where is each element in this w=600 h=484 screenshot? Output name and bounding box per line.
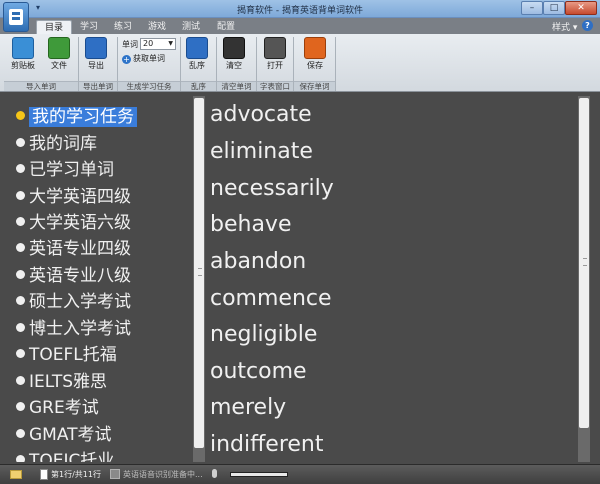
export-button[interactable]: 导出	[81, 37, 111, 77]
group-label-clear: 清空单词	[217, 81, 256, 91]
bullet-icon	[16, 455, 25, 462]
bullet-icon	[16, 138, 25, 147]
tab-study[interactable]: 学习	[76, 20, 102, 34]
folder-icon[interactable]	[10, 470, 22, 479]
clipboard-button[interactable]: 剪贴板	[6, 37, 40, 77]
category-item-gre[interactable]: GRE考试	[16, 395, 99, 421]
tab-test[interactable]: 测试	[178, 20, 204, 34]
category-item-toefl[interactable]: TOEFL托福	[16, 342, 117, 368]
group-label-import: 导入单词	[4, 81, 78, 91]
bullet-icon	[16, 376, 25, 385]
word-item[interactable]: commence	[210, 284, 332, 314]
clipboard-icon	[12, 37, 34, 59]
hand-icon	[223, 37, 245, 59]
chevron-down-icon: ▼	[168, 40, 173, 47]
bullet-icon	[16, 217, 25, 226]
line-position-text: 第1行/共11行	[51, 470, 101, 479]
word-item[interactable]: advocate	[210, 100, 312, 130]
progress-bar	[230, 472, 288, 477]
bullet-icon	[16, 243, 25, 252]
category-item-ielts[interactable]: IELTS雅思	[16, 369, 107, 395]
file-button[interactable]: 文件	[44, 37, 74, 77]
maximize-button[interactable]: □	[543, 1, 565, 15]
speech-status-icon	[110, 469, 120, 479]
bullet-icon	[16, 191, 25, 200]
bullet-icon	[16, 111, 25, 120]
word-count-select[interactable]: 20 ▼	[140, 38, 176, 50]
group-label-shuffle: 乱序	[181, 81, 216, 91]
category-item-cet4[interactable]: 大学英语四级	[16, 184, 131, 210]
scrollbar-thumb[interactable]	[194, 98, 204, 448]
word-item[interactable]: necessarily	[210, 174, 334, 204]
app-logo-icon[interactable]	[3, 2, 29, 32]
bullet-icon	[16, 349, 25, 358]
category-list: 我的学习任务 我的词库 已学习单词 大学英语四级 大学英语六级 英语专业四级 英…	[6, 96, 192, 462]
word-item[interactable]: indifferent	[210, 430, 324, 460]
category-item-toeic[interactable]: TOEIC托业	[16, 448, 114, 462]
document-icon	[40, 469, 48, 480]
bullet-icon	[16, 402, 25, 411]
microphone-icon[interactable]	[212, 469, 217, 478]
tab-settings[interactable]: 配置	[213, 20, 239, 34]
progress-fill	[231, 473, 287, 476]
ribbon-divider	[335, 37, 336, 91]
bullet-icon	[16, 323, 25, 332]
window-title: 揭育软件 - 揭育英语背单词软件	[237, 6, 363, 16]
close-button[interactable]: ✕	[565, 1, 597, 15]
bullet-icon	[16, 429, 25, 438]
group-label-export: 导出单词	[79, 81, 117, 91]
category-item-my-tasks[interactable]: 我的学习任务	[16, 104, 137, 130]
category-item-learned[interactable]: 已学习单词	[16, 157, 114, 183]
minimize-button[interactable]: –	[521, 1, 543, 15]
category-item-gmat[interactable]: GMAT考试	[16, 422, 112, 448]
scrollbar-thumb[interactable]	[579, 98, 589, 428]
bullet-icon	[16, 296, 25, 305]
status-bar: 第1行/共11行 英语语音识别准备中...	[0, 464, 600, 484]
word-item[interactable]: negligible	[210, 320, 317, 350]
tab-practice[interactable]: 练习	[110, 20, 136, 34]
shuffle-button[interactable]: 乱序	[183, 37, 211, 77]
group-label-dictionary: 字表窗口	[257, 81, 293, 91]
category-item-phd[interactable]: 博士入学考试	[16, 316, 131, 342]
word-list: advocate eliminate necessarily behave ab…	[207, 96, 577, 462]
word-item[interactable]: eliminate	[210, 137, 313, 167]
open-button[interactable]: 打开	[261, 37, 289, 77]
tab-game[interactable]: 游戏	[144, 20, 170, 34]
ribbon: 剪贴板 文件 导出 乱序 清空 打开 保存 导入单词 导出单词 生成学习任务 乱…	[0, 34, 600, 92]
speech-status-text: 英语语音识别准备中...	[123, 470, 203, 479]
word-list-scrollbar[interactable]	[578, 96, 590, 462]
clear-button[interactable]: 清空	[220, 37, 248, 77]
category-item-tem8[interactable]: 英语专业八级	[16, 263, 131, 289]
tab-catalog[interactable]: 目录	[36, 20, 72, 34]
group-label-save: 保存单词	[294, 81, 335, 91]
shuffle-icon	[186, 37, 208, 59]
ribbon-tab-row: 目录 学习 练习 游戏 测试 配置	[0, 18, 600, 34]
word-item[interactable]: merely	[210, 393, 286, 423]
category-item-tem4[interactable]: 英语专业四级	[16, 236, 131, 262]
category-item-my-wordbank[interactable]: 我的词库	[16, 131, 97, 157]
grip-icon	[198, 268, 202, 276]
help-icon[interactable]: ?	[582, 20, 593, 31]
word-count-label: 单词	[122, 40, 138, 49]
group-label-generate: 生成学习任务	[118, 81, 180, 91]
plus-icon: +	[122, 55, 131, 64]
title-bar: ▾ 揭育软件 - 揭育英语背单词软件 – □ ✕	[0, 0, 600, 18]
grip-icon	[583, 258, 587, 266]
export-icon	[85, 37, 107, 59]
category-scrollbar[interactable]	[193, 96, 205, 462]
category-item-master[interactable]: 硕士入学考试	[16, 289, 131, 315]
word-item[interactable]: outcome	[210, 357, 307, 387]
generate-words-button[interactable]: + 获取单词	[122, 53, 165, 64]
word-item[interactable]: behave	[210, 210, 291, 240]
bullet-icon	[16, 164, 25, 173]
category-item-cet6[interactable]: 大学英语六级	[16, 210, 131, 236]
file-icon	[48, 37, 70, 59]
open-icon	[264, 37, 286, 59]
bullet-icon	[16, 270, 25, 279]
save-button[interactable]: 保存	[301, 37, 329, 77]
word-item[interactable]: abandon	[210, 247, 306, 277]
style-menu[interactable]: 样式 ▾	[552, 20, 577, 33]
save-icon	[304, 37, 326, 59]
